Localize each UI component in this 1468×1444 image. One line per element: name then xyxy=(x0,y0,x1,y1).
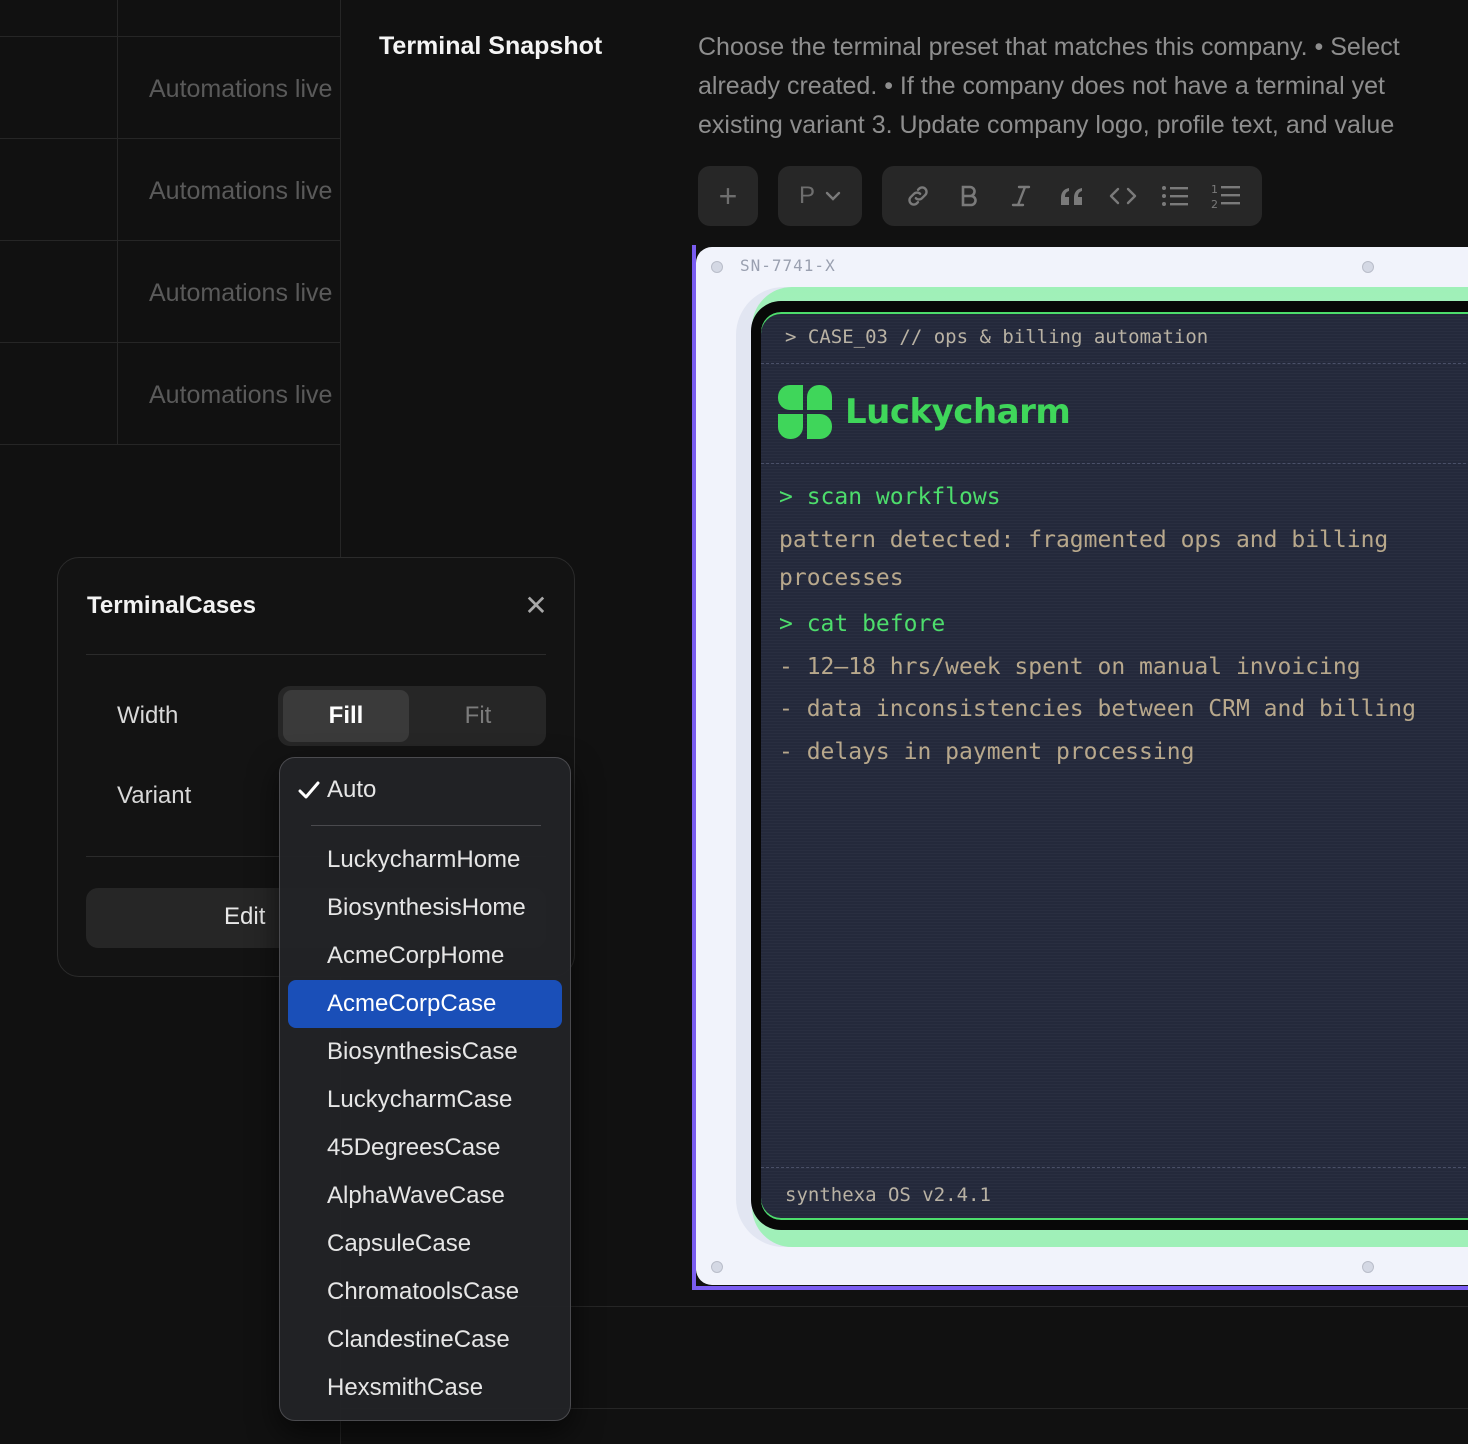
table-column-divider xyxy=(117,0,118,445)
variant-label: Variant xyxy=(117,782,192,809)
menu-item[interactable]: 45DegreesCase xyxy=(288,1124,562,1172)
device-serial: SN-7741-X xyxy=(740,256,836,275)
table-row[interactable]: Automations live xyxy=(149,74,339,104)
format-toolbar: 12 xyxy=(882,166,1262,226)
terminal-divider xyxy=(761,1167,1468,1168)
table-row-divider xyxy=(0,36,340,37)
paragraph-style-dropdown[interactable]: P xyxy=(778,166,862,226)
terminal-output: - delays in payment processing xyxy=(779,739,1195,765)
terminal-divider xyxy=(761,463,1468,464)
table-row-divider xyxy=(0,240,340,241)
bold-icon[interactable] xyxy=(952,179,986,213)
italic-icon[interactable] xyxy=(1004,179,1038,213)
screw-icon xyxy=(711,261,723,273)
svg-text:2: 2 xyxy=(1211,198,1218,210)
description-line: Choose the terminal preset that matches … xyxy=(698,33,1400,61)
terminal-screen: > CASE_03 // ops & billing automation Lu… xyxy=(761,312,1468,1220)
variant-dropdown-menu: Auto LuckycharmHome BiosynthesisHome Acm… xyxy=(279,757,571,1421)
section-title: Terminal Snapshot xyxy=(379,32,603,60)
screw-icon xyxy=(711,1261,723,1273)
table-row-divider xyxy=(0,444,340,445)
section-description[interactable]: Choose the terminal preset that matches … xyxy=(698,28,1468,145)
menu-item[interactable]: AlphaWaveCase xyxy=(288,1172,562,1220)
description-line: existing variant 3. Update company logo,… xyxy=(698,111,1395,139)
code-icon[interactable] xyxy=(1106,179,1140,213)
table-row[interactable]: Automations live xyxy=(149,380,339,410)
add-block-button[interactable]: + xyxy=(698,166,758,226)
checkmark-icon xyxy=(298,781,320,799)
menu-item[interactable]: AcmeCorpHome xyxy=(288,932,562,980)
menu-item[interactable]: ChromatoolsCase xyxy=(288,1268,562,1316)
company-name: Luckycharm xyxy=(845,392,1071,432)
menu-separator xyxy=(311,825,541,826)
link-icon[interactable] xyxy=(901,179,935,213)
menu-item[interactable]: HexsmithCase xyxy=(288,1364,562,1412)
menu-item[interactable]: BiosynthesisHome xyxy=(288,884,562,932)
svg-text:1: 1 xyxy=(1211,183,1218,196)
menu-item[interactable]: BiosynthesisCase xyxy=(288,1028,562,1076)
clover-icon xyxy=(778,385,832,439)
quote-icon[interactable] xyxy=(1055,179,1089,213)
paragraph-style-label: P xyxy=(798,182,815,209)
terminal-header: > CASE_03 // ops & billing automation xyxy=(785,326,1209,348)
company-logo: Luckycharm xyxy=(777,384,1071,440)
terminal-divider xyxy=(761,363,1468,364)
table-row[interactable]: Automations live xyxy=(149,278,339,308)
numbered-list-icon[interactable]: 12 xyxy=(1209,179,1243,213)
table-row[interactable]: Automations live xyxy=(149,176,339,206)
terminal-command: > cat before xyxy=(779,611,946,637)
screw-icon xyxy=(1362,1261,1374,1273)
terminal-output: - data inconsistencies between CRM and b… xyxy=(779,696,1416,722)
menu-item-label: Auto xyxy=(327,776,377,803)
terminal-output: pattern detected: fragmented ops and bil… xyxy=(779,527,1389,553)
close-icon[interactable]: ✕ xyxy=(522,590,550,622)
width-option-fit[interactable]: Fit xyxy=(410,690,546,742)
terminal-output: processes xyxy=(779,565,904,591)
terminal-command: > scan workflows xyxy=(779,484,1001,510)
menu-item-selected[interactable]: AcmeCorpCase xyxy=(288,980,562,1028)
plus-icon: + xyxy=(718,177,738,214)
table-row-divider xyxy=(0,342,340,343)
description-line: already created. • If the company does n… xyxy=(698,72,1385,100)
width-option-fill[interactable]: Fill xyxy=(283,690,409,742)
menu-item-auto[interactable]: Auto xyxy=(288,766,562,814)
menu-item[interactable]: LuckycharmHome xyxy=(288,836,562,884)
terminal-footer: synthexa OS v2.4.1 xyxy=(785,1184,991,1206)
menu-item[interactable]: LuckycharmCase xyxy=(288,1076,562,1124)
chevron-down-icon xyxy=(825,191,841,201)
terminal-output: - 12–18 hrs/week spent on manual invoici… xyxy=(779,654,1361,680)
menu-item[interactable]: ClandestineCase xyxy=(288,1316,562,1364)
screw-icon xyxy=(1362,261,1374,273)
width-label: Width xyxy=(117,702,179,729)
screen-notch xyxy=(825,303,855,311)
edit-button-label: Edit xyxy=(224,903,266,930)
panel-divider xyxy=(86,654,546,655)
menu-item[interactable]: CapsuleCase xyxy=(288,1220,562,1268)
bullet-list-icon[interactable] xyxy=(1158,179,1192,213)
panel-title: TerminalCases xyxy=(87,592,256,619)
table-row-divider xyxy=(0,138,340,139)
